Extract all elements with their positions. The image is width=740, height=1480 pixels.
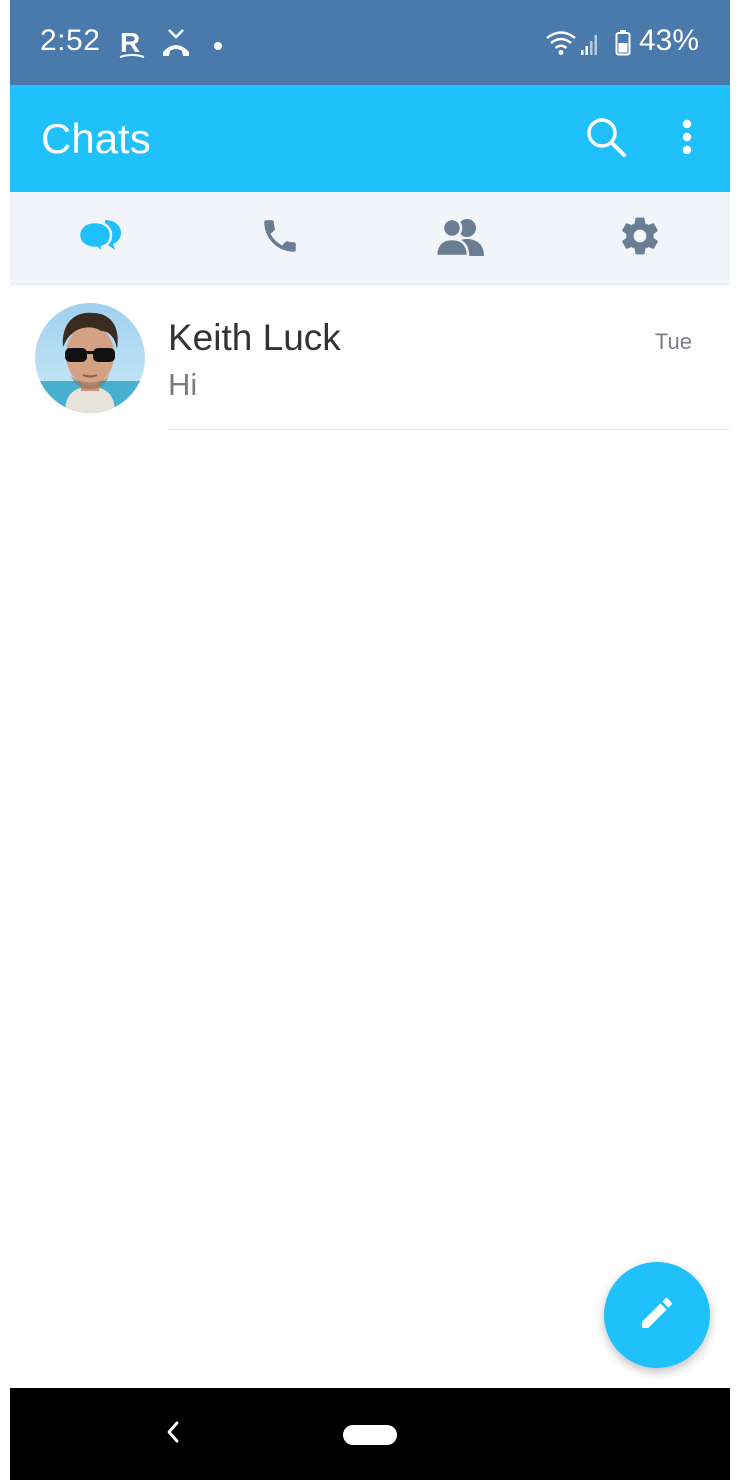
tab-settings[interactable] [550, 192, 730, 284]
gear-icon [618, 214, 662, 263]
app-bar: Chats [10, 85, 730, 192]
avatar [35, 303, 145, 413]
more-options-button[interactable] [663, 115, 711, 163]
page-title: Chats [41, 115, 151, 162]
missed-call-icon [161, 28, 191, 63]
battery-icon [615, 30, 631, 61]
back-chevron-icon [165, 1420, 181, 1449]
rakuten-icon: R [118, 26, 146, 65]
pencil-icon [637, 1293, 677, 1338]
battery-percent: 43% [638, 24, 699, 57]
status-time: 2:52 [40, 24, 101, 57]
home-button[interactable] [343, 1425, 397, 1445]
wifi-icon [546, 30, 576, 61]
chat-timestamp: Tue [654, 329, 692, 354]
contact-name: Keith Luck [168, 317, 341, 358]
tab-calls[interactable] [190, 192, 370, 284]
notification-dot-icon [213, 38, 223, 56]
signal-icon [580, 32, 600, 61]
tab-chats[interactable] [10, 192, 190, 284]
tab-contacts[interactable] [370, 192, 550, 284]
tab-bar [10, 192, 730, 285]
last-message: Hi [168, 367, 198, 402]
search-icon [585, 116, 627, 163]
people-icon [434, 216, 486, 261]
chat-list-item[interactable]: Keith Luck Hi Tue [10, 285, 730, 430]
chat-bubbles-icon [77, 216, 123, 261]
divider [168, 429, 730, 430]
status-bar: 2:52 R 43% [10, 0, 730, 85]
compose-button[interactable] [604, 1262, 710, 1368]
navigation-bar [10, 1388, 730, 1480]
screen: 2:52 R 43% Chats Keith Luck Hi Tue [10, 0, 730, 1480]
phone-icon [259, 215, 301, 262]
back-button[interactable] [158, 1416, 188, 1452]
search-button[interactable] [582, 115, 630, 163]
more-vert-icon [681, 119, 693, 160]
svg-text:R: R [120, 27, 140, 58]
